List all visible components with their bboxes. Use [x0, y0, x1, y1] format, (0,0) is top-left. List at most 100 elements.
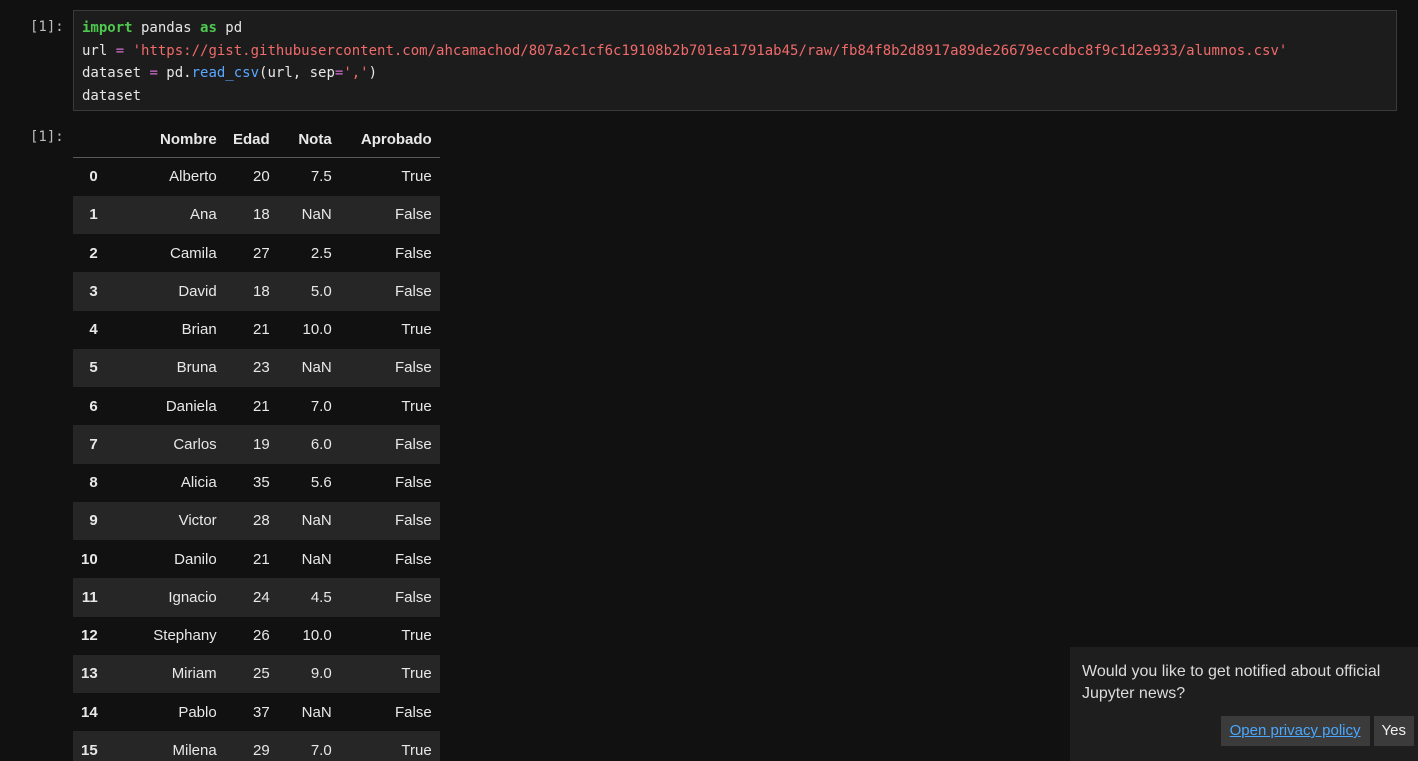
- cell-nota: 10.0: [302, 321, 332, 339]
- cell-nota: 7.5: [310, 168, 332, 186]
- row-index: 15: [81, 741, 98, 759]
- table-row: 4 Brian 21 10.0 True: [73, 310, 440, 349]
- row-index: 10: [81, 550, 98, 568]
- cell-nota: NaN: [301, 206, 332, 224]
- cell-nota: 2.5: [310, 244, 332, 262]
- table-row: 2 Camila 27 2.5 False: [73, 234, 440, 273]
- cell-aprobado: False: [395, 206, 432, 224]
- output-prompt: [1]:: [30, 129, 64, 145]
- cell-nota: 5.0: [310, 282, 332, 300]
- table-header-row: Nombre Edad Nota Aprobado: [73, 121, 440, 158]
- cell-nombre: Stephany: [153, 627, 217, 645]
- code-keyword: as: [200, 20, 217, 36]
- code-text: ): [368, 65, 378, 81]
- index-header: [73, 121, 116, 158]
- table-row: 5 Bruna 23 NaN False: [73, 348, 440, 387]
- cell-aprobado: False: [395, 435, 432, 453]
- cell-nombre: Victor: [178, 512, 217, 530]
- input-prompt: [1]:: [30, 19, 64, 35]
- code-line-2: url = 'https://gist.githubusercontent.co…: [82, 40, 1388, 63]
- code-text: url: [82, 42, 116, 59]
- notification-actions: Open privacy policy Yes: [1220, 716, 1414, 746]
- code-text: (url, sep: [259, 65, 335, 81]
- cell-aprobado: True: [401, 168, 432, 186]
- cell-edad: 25: [253, 665, 270, 683]
- row-index: 11: [81, 588, 98, 606]
- code-operator: =: [149, 65, 158, 81]
- cell-nota: 10.0: [302, 627, 332, 645]
- code-line-1: import pandas as pd: [82, 17, 1388, 40]
- row-index: 2: [89, 244, 98, 262]
- cell-edad: 29: [253, 741, 270, 759]
- code-text: pd: [216, 20, 243, 36]
- cell-edad: 21: [253, 321, 270, 339]
- code-line-3: dataset = pd.read_csv(url, sep=','): [82, 62, 1388, 85]
- notebook: [1]: import pandas as pd url = 'https://…: [0, 0, 1418, 761]
- cell-nombre: Pablo: [178, 703, 217, 721]
- cell-nombre: Bruna: [176, 359, 217, 377]
- code-keyword: import: [82, 20, 133, 36]
- row-index: 6: [89, 397, 98, 415]
- table-row: 1 Ana 18 NaN False: [73, 195, 440, 234]
- cell-nota: NaN: [301, 550, 332, 568]
- cell-nombre: Camila: [170, 244, 217, 262]
- cell-aprobado: True: [401, 321, 432, 339]
- cell-edad: 24: [253, 588, 270, 606]
- row-index: 13: [81, 665, 98, 683]
- table-row: 14 Pablo 37 NaN False: [73, 693, 440, 732]
- row-index: 3: [89, 282, 98, 300]
- cell-nota: 7.0: [310, 397, 332, 415]
- table-row: 7 Carlos 19 6.0 False: [73, 425, 440, 464]
- table-row: 11 Ignacio 24 4.5 False: [73, 578, 440, 617]
- table-row: 12 Stephany 26 10.0 True: [73, 616, 440, 655]
- code-string: ',': [343, 65, 369, 81]
- output-area: Nombre Edad Nota Aprobado 0 Alberto 20 7.5 T…: [73, 121, 440, 761]
- code-text: dataset: [82, 65, 150, 81]
- cell-edad: 23: [253, 359, 270, 377]
- cell-edad: 18: [253, 206, 270, 224]
- row-index: 7: [89, 435, 98, 453]
- yes-button[interactable]: Yes: [1373, 716, 1414, 746]
- code-text: pandas: [132, 20, 201, 36]
- cell-aprobado: False: [395, 359, 432, 377]
- table-row: 3 David 18 5.0 False: [73, 272, 440, 311]
- cell-aprobado: True: [401, 397, 432, 415]
- notification-message: Would you like to get notified about off…: [1082, 663, 1381, 702]
- cell-nombre: David: [178, 282, 217, 300]
- cell-aprobado: False: [395, 244, 432, 262]
- column-header-aprobado: Aprobado: [339, 121, 440, 158]
- cell-edad: 28: [253, 512, 270, 530]
- table-row: 0 Alberto 20 7.5 True: [73, 157, 440, 196]
- table-row: 10 Danilo 21 NaN False: [73, 540, 440, 579]
- cell-aprobado: True: [401, 627, 432, 645]
- cell-aprobado: False: [395, 282, 432, 300]
- code-operator: =: [115, 42, 125, 59]
- cell-nombre: Daniela: [165, 397, 217, 415]
- table-row: 13 Miriam 25 9.0 True: [73, 654, 440, 693]
- cell-aprobado: False: [395, 703, 432, 721]
- cell-aprobado: False: [395, 550, 432, 568]
- cell-nota: NaN: [301, 703, 332, 721]
- open-privacy-policy-button[interactable]: Open privacy policy: [1220, 716, 1370, 746]
- code-function: read_csv: [191, 65, 260, 81]
- row-index: 1: [89, 206, 98, 224]
- notification-toast: Would you like to get notified about off…: [1070, 647, 1418, 761]
- cell-edad: 26: [253, 627, 270, 645]
- cell-edad: 18: [253, 282, 270, 300]
- code-cell-editor[interactable]: import pandas as pd url = 'https://gist.…: [73, 10, 1397, 111]
- cell-nombre: Ana: [189, 206, 217, 224]
- cell-aprobado: False: [395, 512, 432, 530]
- row-index: 9: [89, 512, 98, 530]
- row-index: 0: [89, 168, 98, 186]
- cell-nota: NaN: [301, 359, 332, 377]
- cell-nota: 9.0: [310, 665, 332, 683]
- cell-nota: 6.0: [310, 435, 332, 453]
- table-row: 9 Victor 28 NaN False: [73, 501, 440, 540]
- cell-nombre: Brian: [181, 321, 217, 339]
- cell-nota: 5.6: [310, 474, 332, 492]
- cell-nombre: Danilo: [174, 550, 217, 568]
- code-string: 'https://gist.githubusercontent.com/ahca…: [124, 42, 1288, 59]
- row-index: 12: [81, 627, 98, 645]
- cell-aprobado: False: [395, 588, 432, 606]
- cell-nombre: Alberto: [169, 168, 217, 186]
